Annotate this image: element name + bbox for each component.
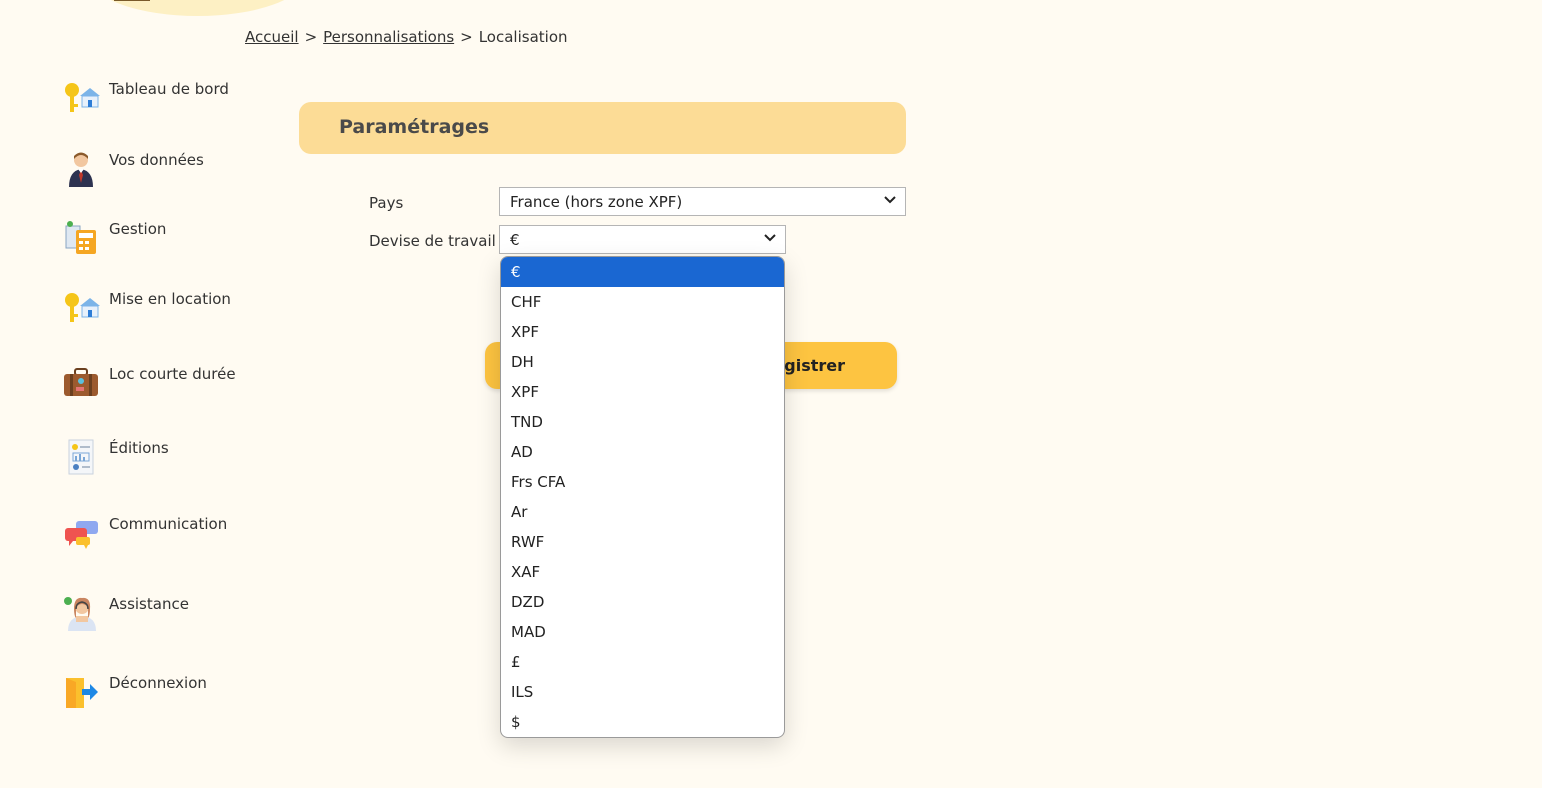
sidebar-item-assistance[interactable]: Assistance	[62, 595, 262, 635]
currency-select-value: €	[510, 231, 520, 249]
currency-option[interactable]: £	[501, 647, 784, 677]
calculator-icon	[62, 220, 100, 256]
sidebar-item-label: Éditions	[109, 439, 169, 457]
currency-option[interactable]: Frs CFA	[501, 467, 784, 497]
breadcrumb-separator: >	[304, 28, 318, 46]
sidebar-item-vos-donnees[interactable]: Vos données	[62, 151, 262, 191]
sidebar-item-label: Déconnexion	[109, 674, 207, 692]
breadcrumb-current: Localisation	[478, 28, 568, 46]
breadcrumb-separator: >	[460, 28, 473, 46]
sidebar-item-communication[interactable]: Communication	[62, 515, 262, 555]
sidebar-item-label: Communication	[109, 515, 228, 533]
sidebar-item-deconnexion[interactable]: Déconnexion	[62, 674, 262, 714]
sidebar-item-gestion[interactable]: Gestion	[62, 220, 262, 260]
sidebar-item-label: Vos données	[109, 151, 204, 169]
person-icon	[62, 151, 100, 187]
sidebar-item-label: Loc courte durée	[109, 365, 236, 383]
currency-option[interactable]: XPF	[501, 317, 784, 347]
panel-title: Paramétrages	[339, 116, 490, 138]
currency-option[interactable]: TND	[501, 407, 784, 437]
currency-option[interactable]: MAD	[501, 617, 784, 647]
breadcrumb-personalisations-link[interactable]: Personnalisations	[323, 28, 454, 46]
country-select[interactable]: France (hors zone XPF)	[499, 187, 906, 216]
sidebar-item-tableau-de-bord[interactable]: Tableau de bord	[62, 80, 262, 120]
currency-option[interactable]: XAF	[501, 557, 784, 587]
currency-option[interactable]: DZD	[501, 587, 784, 617]
suitcase-icon	[62, 365, 100, 401]
currency-option[interactable]: €	[501, 257, 784, 287]
chevron-down-icon	[883, 192, 897, 206]
currency-option[interactable]: Ar	[501, 497, 784, 527]
keys-house-icon	[62, 80, 100, 116]
currency-dropdown-list: € CHF XPF DH XPF TND AD Frs CFA Ar RWF X…	[500, 256, 785, 738]
chevron-down-icon	[763, 230, 777, 244]
currency-option[interactable]: RWF	[501, 527, 784, 557]
chat-bubbles-icon	[62, 515, 100, 551]
settings-panel-header: Paramétrages	[299, 102, 906, 154]
logo	[114, 0, 150, 1]
currency-option[interactable]: AD	[501, 437, 784, 467]
support-agent-icon	[62, 595, 100, 631]
country-select-value: France (hors zone XPF)	[510, 193, 683, 211]
country-label: Pays	[369, 194, 404, 212]
sidebar-item-label: Assistance	[109, 595, 189, 613]
keys-house-icon	[62, 290, 100, 326]
logout-door-icon	[62, 674, 100, 710]
currency-option[interactable]: ILS	[501, 677, 784, 707]
breadcrumb-home-link[interactable]: Accueil	[245, 28, 299, 46]
sidebar-item-label: Gestion	[109, 220, 167, 238]
sidebar-item-label: Mise en location	[109, 290, 231, 308]
breadcrumb: Accueil > Personnalisations > Localisation	[245, 28, 568, 46]
currency-option[interactable]: CHF	[501, 287, 784, 317]
currency-option[interactable]: DH	[501, 347, 784, 377]
currency-select[interactable]: €	[499, 225, 786, 254]
currency-label: Devise de travail	[369, 232, 496, 250]
report-icon	[62, 439, 100, 475]
currency-option[interactable]: XPF	[501, 377, 784, 407]
sidebar-item-label: Tableau de bord	[109, 80, 229, 98]
sidebar-item-editions[interactable]: Éditions	[62, 439, 262, 479]
currency-option[interactable]: $	[501, 707, 784, 737]
sidebar-item-mise-en-location[interactable]: Mise en location	[62, 290, 262, 330]
logo-area	[90, 0, 305, 16]
sidebar-item-loc-courte-duree[interactable]: Loc courte durée	[62, 365, 262, 405]
